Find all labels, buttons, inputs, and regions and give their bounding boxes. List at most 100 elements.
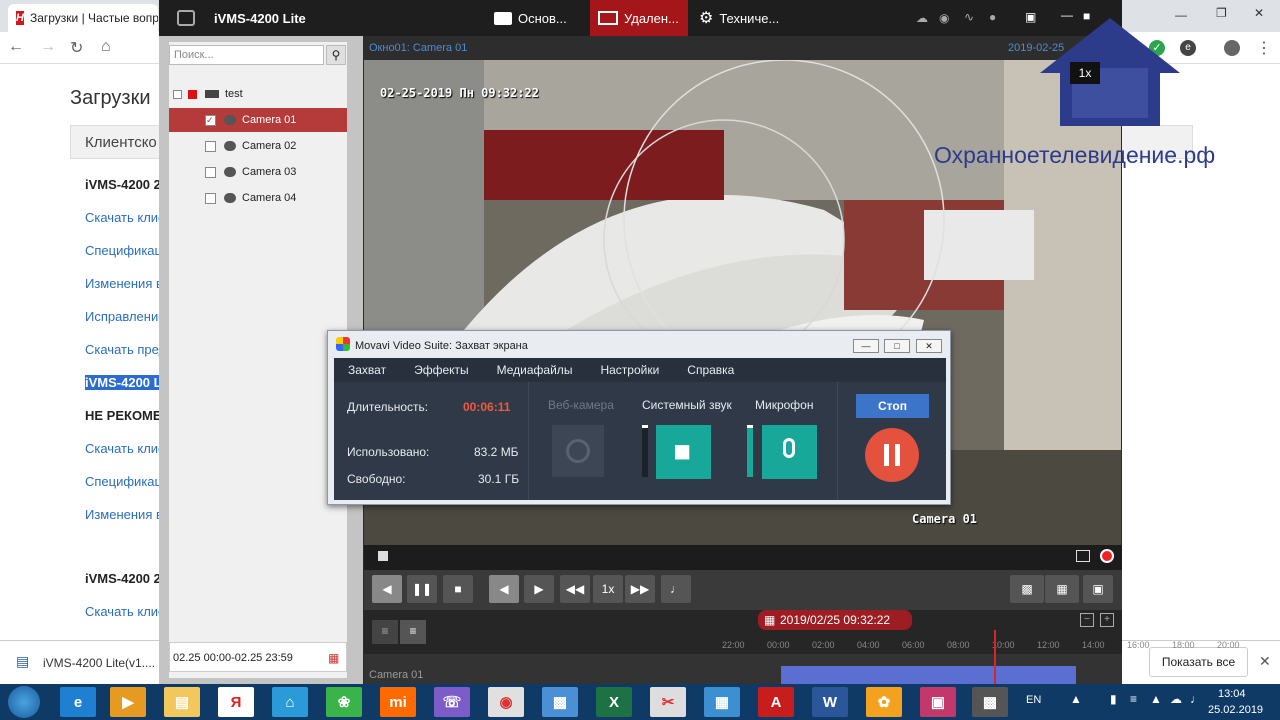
stop-recording-button[interactable]: Стоп — [856, 394, 929, 418]
movavi-minimize-icon[interactable]: — — [853, 339, 879, 353]
ie-icon[interactable]: e — [60, 687, 96, 717]
movavi-menu-item[interactable]: Настройки — [600, 363, 659, 377]
download-link[interactable]: Скачать клие — [85, 210, 165, 225]
camera-search-input[interactable]: Поиск... — [169, 45, 324, 65]
timeline[interactable]: ≡ ≡ ▦ 2019/02/25 09:32:22 − + 22:00 00:00… — [364, 610, 1240, 684]
yandex-icon[interactable]: Я — [218, 687, 254, 717]
stop-button[interactable]: ■ — [443, 575, 473, 603]
mi-icon[interactable]: mi — [380, 687, 416, 717]
camera-item[interactable]: ✓ Camera 01 — [169, 108, 347, 132]
frame-forward-button[interactable]: ▶ — [524, 575, 554, 603]
extension-icon[interactable]: e — [1180, 40, 1196, 56]
download-link[interactable]: Спецификац — [85, 474, 162, 489]
download-file-name[interactable]: iVMS-4200 Lite(v1.... — [43, 656, 155, 670]
movavi-menu-item[interactable]: Эффекты — [414, 363, 469, 377]
reload-icon[interactable]: ↻ — [70, 38, 83, 58]
browser-tab[interactable]: H Загрузки | Частые вопр — [8, 4, 158, 32]
language-indicator[interactable]: EN — [1026, 694, 1041, 706]
camera-checkbox[interactable] — [205, 192, 216, 204]
camera-checkbox[interactable]: ✓ — [205, 114, 216, 126]
capture-icon[interactable] — [1076, 550, 1090, 562]
user-icon[interactable]: ● — [989, 10, 996, 24]
app-house-icon[interactable]: ⌂ — [272, 687, 308, 717]
timeline-mode-b-icon[interactable]: ≡ — [400, 620, 426, 644]
word-icon[interactable]: W — [812, 687, 848, 717]
webcam-button[interactable] — [552, 425, 604, 477]
tab-remote-playback[interactable]: Удален... — [590, 0, 688, 36]
camera-control-button[interactable]: ▩ — [1010, 575, 1044, 603]
clock-time[interactable]: 13:04 — [1218, 688, 1246, 700]
network-app-icon[interactable]: ▩ — [542, 687, 578, 717]
timeline-cursor[interactable] — [994, 630, 996, 684]
download-bar-close-icon[interactable]: ✕ — [1259, 653, 1271, 670]
zoom-in-icon[interactable]: + — [1100, 613, 1114, 627]
recording-segment[interactable] — [781, 666, 1076, 684]
download-link[interactable]: Изменения в — [85, 276, 163, 291]
camera-checkbox[interactable] — [205, 140, 216, 152]
camera-item[interactable]: Camera 03 — [169, 160, 347, 184]
clover-icon[interactable]: ❀ — [326, 687, 362, 717]
start-button[interactable] — [8, 686, 40, 718]
tray-arrow-icon[interactable]: ▲ — [1070, 692, 1082, 706]
group-checkbox[interactable] — [188, 89, 197, 99]
download-link[interactable]: Исправление — [85, 309, 165, 324]
cloud-tray-icon[interactable]: ☁ — [1170, 692, 1182, 706]
forward-icon[interactable]: → — [40, 38, 56, 56]
download-link[interactable]: Скачать клие — [85, 441, 165, 456]
mic-button[interactable] — [762, 425, 817, 479]
ivms-task-icon[interactable]: ▩ — [972, 687, 1008, 717]
volume-tray-icon[interactable]: ♩ — [1190, 692, 1202, 706]
download-link[interactable]: Изменения в — [85, 507, 163, 522]
restore-icon[interactable]: ❐ — [1216, 6, 1227, 20]
chrome-icon[interactable]: ◉ — [488, 687, 524, 717]
excel-icon[interactable]: X — [596, 687, 632, 717]
record-icon[interactable] — [1100, 549, 1114, 563]
back-icon[interactable]: ← — [8, 38, 24, 56]
clock-date[interactable]: 25.02.2019 — [1208, 704, 1263, 716]
date-range-field[interactable]: 02.25 00:00-02.25 23:59 ▦ — [169, 642, 347, 672]
media-player-icon[interactable]: ▶ — [110, 687, 146, 717]
calendar-icon[interactable]: ▦ — [328, 651, 339, 665]
lock-icon[interactable]: ◉ — [939, 11, 949, 25]
show-all-button[interactable]: Показать все — [1149, 647, 1248, 677]
camera-checkbox[interactable] — [205, 166, 216, 178]
movavi-task-icon[interactable]: ▣ — [920, 687, 956, 717]
movavi-close-icon[interactable]: ✕ — [916, 339, 942, 353]
collapse-icon[interactable] — [173, 89, 182, 99]
reverse-play-button[interactable]: ◀ — [372, 575, 402, 603]
layout-button[interactable]: ▦ — [1045, 575, 1079, 603]
color-app-icon[interactable]: ✿ — [866, 687, 902, 717]
client-tab-button[interactable]: Клиентско — [70, 125, 165, 159]
photos-icon[interactable]: ▦ — [704, 687, 740, 717]
camera-item[interactable]: Camera 04 — [169, 186, 347, 210]
movavi-menu-item[interactable]: Захват — [348, 363, 386, 377]
pause-button[interactable]: ❚❚ — [407, 575, 437, 603]
frame-back-button[interactable]: ◀ — [489, 575, 519, 603]
signal-icon[interactable]: ▲ — [1150, 692, 1162, 706]
download-link[interactable]: Скачать пред — [85, 342, 166, 357]
scissors-icon[interactable]: ✂ — [650, 687, 686, 717]
tab-main-view[interactable]: Основ... — [494, 0, 584, 36]
close-icon[interactable]: ✕ — [1254, 6, 1264, 20]
movavi-menu-item[interactable]: Медиафайлы — [497, 363, 573, 377]
zoom-out-icon[interactable]: − — [1080, 613, 1094, 627]
tree-root[interactable]: test — [169, 82, 347, 106]
movavi-maximize-icon[interactable]: □ — [884, 339, 910, 353]
viber-icon[interactable]: ☏ — [434, 687, 470, 717]
fullscreen-button[interactable]: ▣ — [1083, 575, 1113, 603]
tab-maintenance[interactable]: ⚙ Техниче... — [699, 0, 799, 36]
search-icon[interactable]: ⚲ — [326, 45, 346, 65]
network-icon[interactable]: ≡ — [1130, 692, 1137, 706]
activity-icon[interactable]: ∿ — [964, 10, 974, 24]
download-link[interactable]: Спецификац — [85, 243, 162, 258]
download-link[interactable]: Скачать клие — [85, 604, 165, 619]
pdf-icon[interactable]: A — [758, 687, 794, 717]
movavi-menu-item[interactable]: Справка — [687, 363, 734, 377]
folder-icon[interactable]: ▤ — [164, 687, 200, 717]
lock-screen-icon[interactable]: ▣ — [1025, 10, 1036, 24]
slow-button[interactable]: ◀◀ — [560, 575, 590, 603]
stop-small-icon[interactable] — [378, 551, 388, 561]
system-audio-button[interactable]: ◼ — [656, 425, 711, 479]
home-icon[interactable]: ⌂ — [101, 38, 111, 56]
timeline-mode-a-icon[interactable]: ≡ — [372, 620, 398, 644]
